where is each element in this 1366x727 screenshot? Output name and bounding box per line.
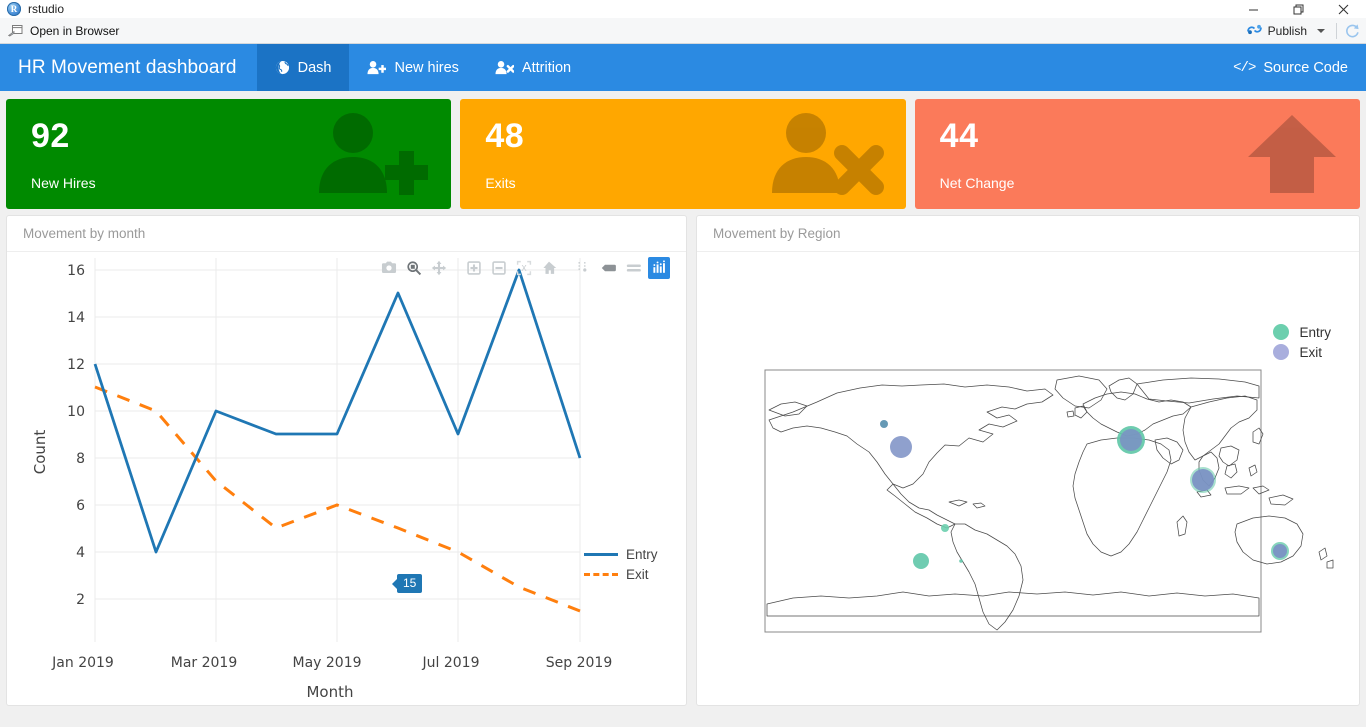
valuebox-row: 92 New Hires 48 Exits 44 Net Change: [0, 91, 1366, 215]
svg-text:Count: Count: [31, 430, 49, 475]
svg-text:Jul 2019: Jul 2019: [422, 655, 480, 671]
chart-tooltip: 15: [397, 574, 423, 593]
publish-label: Publish: [1267, 23, 1307, 38]
user-plus-icon: [319, 113, 429, 195]
svg-text:12: 12: [67, 357, 85, 373]
line-chart-legend[interactable]: Entry Exit: [584, 544, 658, 584]
svg-text:Month: Month: [306, 683, 353, 701]
hover-compare-icon[interactable]: [623, 257, 645, 279]
tab-new-hires-label: New hires: [394, 59, 459, 76]
panel-title-movement-by-region: Movement by Region: [713, 226, 841, 241]
svg-text:2: 2: [76, 592, 85, 608]
panel-title-movement-by-month: Movement by month: [23, 226, 146, 241]
legend-item-exit[interactable]: Exit: [584, 564, 658, 584]
legend-swatch-exit: [584, 572, 618, 576]
toolbar-divider: [1336, 22, 1337, 39]
spike-lines-icon[interactable]: [573, 257, 595, 279]
user-times-icon: [495, 60, 514, 75]
user-times-icon: [771, 113, 884, 195]
svg-text:14: 14: [67, 310, 85, 326]
svg-text:Sep 2019: Sep 2019: [546, 655, 612, 671]
line-chart[interactable]: 16 14 12 10 8 6 4 2 Count Jan 2019 Mar 2…: [7, 252, 686, 705]
panel-movement-by-month: Movement by month X 16 14 12 10 8 6 4 2 …: [6, 215, 687, 706]
svg-text:Jan 2019: Jan 2019: [51, 655, 114, 671]
plotly-modebar: X: [378, 257, 670, 279]
camera-icon[interactable]: [378, 257, 400, 279]
window-controls: [1231, 0, 1366, 18]
autoscale-icon[interactable]: X: [513, 257, 535, 279]
legend-item-entry[interactable]: Entry: [584, 544, 658, 564]
world-map[interactable]: [697, 252, 1359, 705]
valuebox-new-hires-label: New Hires: [31, 175, 96, 191]
legend-swatch-entry: [584, 552, 618, 556]
publish-button[interactable]: Publish: [1242, 21, 1329, 41]
valuebox-exits-label: Exits: [485, 175, 516, 191]
svg-text:16: 16: [67, 263, 85, 279]
publish-icon: [1246, 23, 1263, 39]
open-in-browser-button[interactable]: Open in Browser: [0, 24, 119, 38]
panel-header-left: Movement by month: [7, 216, 686, 252]
tab-dash-label: Dash: [297, 59, 332, 76]
minimize-button[interactable]: [1231, 0, 1276, 18]
valuebox-exits[interactable]: 48 Exits: [460, 99, 906, 209]
zoom-out-icon[interactable]: [488, 257, 510, 279]
panel-row: Movement by month X 16 14 12 10 8 6 4 2 …: [0, 215, 1366, 712]
close-button[interactable]: [1321, 0, 1366, 18]
window-title: rstudio: [28, 2, 65, 16]
user-plus-icon: [367, 60, 387, 75]
legend-label-entry: Entry: [626, 546, 658, 562]
hover-closest-icon[interactable]: [598, 257, 620, 279]
svg-text:6: 6: [76, 498, 85, 514]
globe-icon: [275, 60, 290, 75]
code-icon: </>: [1233, 59, 1256, 76]
tab-attrition[interactable]: Attrition: [477, 44, 589, 91]
svg-text:10: 10: [67, 404, 85, 420]
valuebox-net-change[interactable]: 44 Net Change: [914, 99, 1360, 209]
open-in-browser-label: Open in Browser: [30, 23, 120, 38]
valuebox-new-hires[interactable]: 92 New Hires: [6, 99, 452, 209]
valuebox-new-hires-value: 92: [31, 117, 70, 155]
toolbar-right: Publish: [1242, 18, 1360, 43]
zoom-icon[interactable]: [403, 257, 425, 279]
valuebox-exits-value: 48: [485, 117, 525, 155]
source-code-button[interactable]: </> Source Code: [1233, 44, 1366, 91]
svg-text:May 2019: May 2019: [292, 655, 361, 671]
maximize-button[interactable]: [1276, 0, 1321, 18]
arrow-up-icon: [1246, 113, 1338, 195]
chart-tooltip-value: 15: [403, 576, 417, 590]
tab-new-hires[interactable]: New hires: [349, 44, 476, 91]
legend-label-exit: Exit: [626, 566, 649, 582]
svg-text:4: 4: [76, 545, 85, 561]
chevron-down-icon[interactable]: [1317, 28, 1325, 33]
pan-icon[interactable]: [428, 257, 450, 279]
tab-attrition-label: Attrition: [521, 59, 572, 76]
source-code-label: Source Code: [1263, 59, 1348, 76]
panel-movement-by-region: Movement by Region Entry Exit: [696, 215, 1360, 706]
svg-text:X: X: [521, 264, 527, 273]
svg-text:8: 8: [76, 451, 85, 467]
app-toolbar: Open in Browser Publish: [0, 18, 1366, 44]
rstudio-icon: R: [7, 2, 21, 16]
valuebox-net-change-value: 44: [939, 117, 979, 155]
navbar-tabs: Dash New hires Attrition: [256, 44, 590, 91]
dashboard-brand[interactable]: HR Movement dashboard: [0, 44, 257, 91]
svg-text:Mar 2019: Mar 2019: [171, 655, 238, 671]
panel-header-right: Movement by Region: [697, 216, 1359, 252]
valuebox-net-change-label: Net Change: [939, 175, 1015, 191]
panel-body-left: X 16 14 12 10 8 6 4 2 Count Jan 2019 Mar…: [7, 252, 686, 705]
open-in-browser-icon: [7, 24, 23, 37]
dashboard-navbar: HR Movement dashboard Dash New hires Att…: [0, 44, 1366, 91]
zoom-in-icon[interactable]: [463, 257, 485, 279]
home-icon[interactable]: [538, 257, 560, 279]
plotly-logo-icon[interactable]: [648, 257, 670, 279]
tab-dash[interactable]: Dash: [256, 44, 350, 91]
window-titlebar: R rstudio: [0, 0, 1366, 18]
panel-body-right: Entry Exit: [697, 252, 1359, 705]
refresh-icon[interactable]: [1344, 23, 1360, 39]
